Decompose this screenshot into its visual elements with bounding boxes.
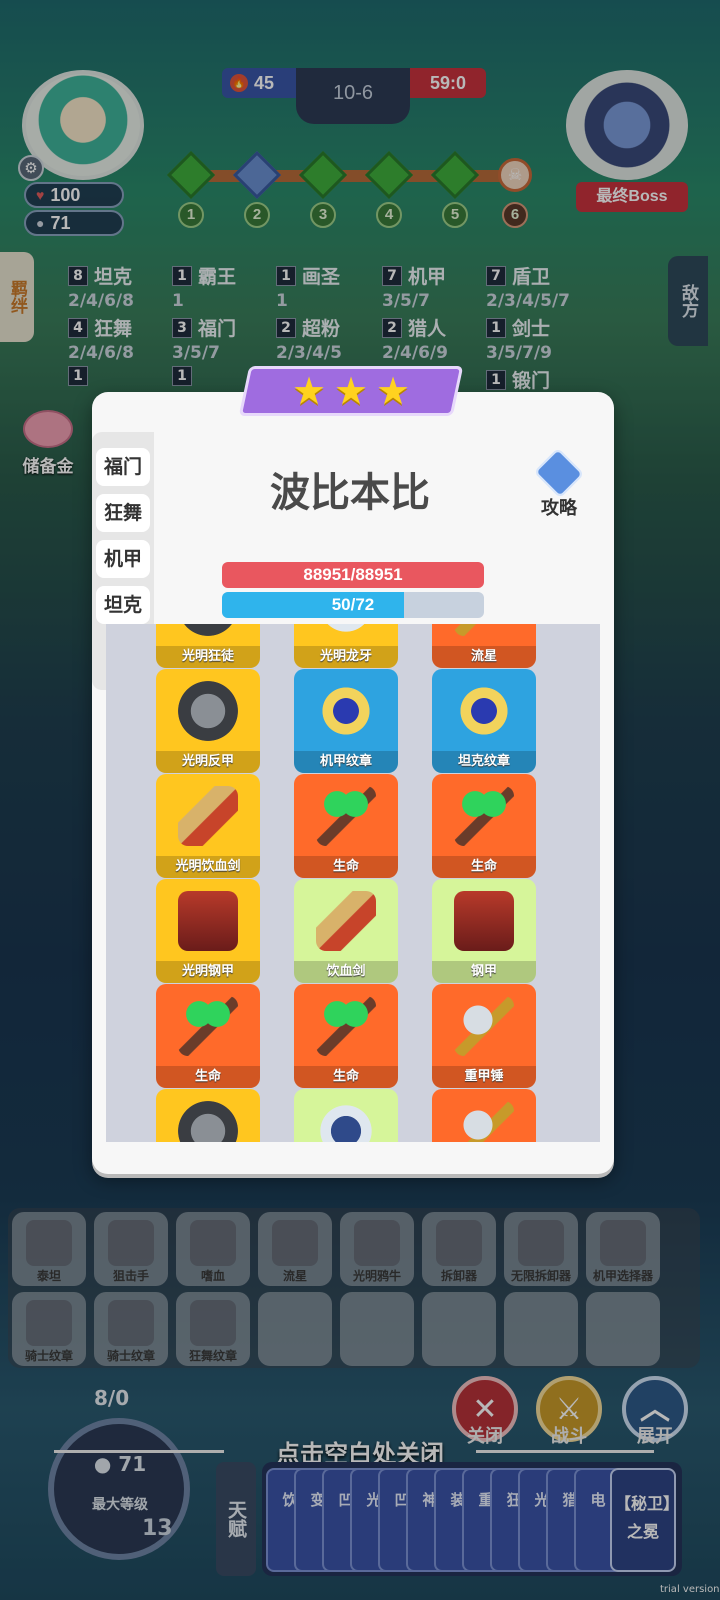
equipment-item-label: 生命: [294, 1066, 398, 1088]
equipment-item[interactable]: 重甲锤: [432, 984, 536, 1088]
sword-icon: [178, 786, 238, 846]
equipment-item[interactable]: 机甲纹章: [294, 669, 398, 773]
trait-tab[interactable]: 福门: [96, 448, 150, 486]
equipment-item-label: 机甲纹章: [294, 751, 398, 773]
badge-icon: [316, 681, 376, 741]
graduation-cap-icon: [533, 447, 585, 499]
equipment-grid: 光明狂徒 光明龙牙 流星 光明反甲 机甲纹章 坦克纹章 光明饮血剑 生命 生命 光明钢甲 饮血剑 钢甲…: [106, 624, 600, 1142]
equipment-item-label: 生命: [156, 1066, 260, 1088]
star-icon: ★: [375, 369, 411, 413]
hero-mana-text: 50/72: [331, 595, 375, 614]
equipment-item-label: 钢甲: [432, 961, 536, 983]
equipment-item[interactable]: 饮血剑: [294, 879, 398, 983]
equipment-item[interactable]: 钢甲: [432, 879, 536, 983]
equipment-item-label: 光明反甲: [156, 751, 260, 773]
equipment-item-label: 生命: [294, 856, 398, 878]
equipment-item[interactable]: [156, 1089, 260, 1142]
equipment-item[interactable]: 生命: [156, 984, 260, 1088]
sword-icon: [316, 891, 376, 951]
mail-icon: [454, 891, 514, 951]
equipment-item-label: 光明龙牙: [294, 646, 398, 668]
staff-icon: [178, 996, 238, 1056]
equipment-item[interactable]: 生命: [432, 774, 536, 878]
star-icon: ★: [291, 369, 327, 413]
equipment-item-label: 光明饮血剑: [156, 856, 260, 878]
equipment-item[interactable]: 生命: [294, 984, 398, 1088]
equipment-item[interactable]: 生命: [294, 774, 398, 878]
equipment-item[interactable]: 坦克纹章: [432, 669, 536, 773]
equipment-item-label: 饮血剑: [294, 961, 398, 983]
equipment-item-label: 光明狂徒: [156, 646, 260, 668]
equipment-item[interactable]: 光明钢甲: [156, 879, 260, 983]
misc-icon: [316, 624, 376, 636]
star-icon: ★: [333, 369, 369, 413]
armor-icon: [178, 624, 238, 636]
hero-name: 波比本比: [270, 470, 430, 516]
equipment-item-label: 重甲锤: [432, 1066, 536, 1088]
equipment-item[interactable]: 光明龙牙: [294, 624, 398, 668]
staff-icon: [316, 786, 376, 846]
armor-icon: [178, 1101, 238, 1142]
equipment-item-label: 坦克纹章: [432, 751, 536, 773]
equipment-item[interactable]: 光明饮血剑: [156, 774, 260, 878]
equipment-item-label: 光明钢甲: [156, 961, 260, 983]
equipment-item-label: 流星: [432, 646, 536, 668]
equipment-item[interactable]: 流星: [432, 624, 536, 668]
mail-icon: [178, 891, 238, 951]
trait-tab[interactable]: 坦克: [96, 586, 150, 624]
hammer-icon: [454, 624, 514, 636]
staff-icon: [316, 996, 376, 1056]
strategy-button[interactable]: 攻略: [522, 447, 596, 522]
star-rating: ★ ★ ★: [244, 366, 458, 416]
hammer-icon: [454, 996, 514, 1056]
trait-tab[interactable]: 狂舞: [96, 494, 150, 532]
hero-hp-bar: 88951/88951: [222, 562, 484, 588]
equipment-item-label: 生命: [432, 856, 536, 878]
strategy-label: 攻略: [541, 498, 577, 519]
badge-icon: [454, 681, 514, 741]
hammer-icon: [454, 1101, 514, 1142]
equipment-item[interactable]: 光明反甲: [156, 669, 260, 773]
equipment-item[interactable]: [294, 1089, 398, 1142]
misc-icon: [316, 1101, 376, 1142]
equipment-item[interactable]: 光明狂徒: [156, 624, 260, 668]
trait-tab[interactable]: 机甲: [96, 540, 150, 578]
equipment-item[interactable]: [432, 1089, 536, 1142]
armor-icon: [178, 681, 238, 741]
staff-icon: [454, 786, 514, 846]
